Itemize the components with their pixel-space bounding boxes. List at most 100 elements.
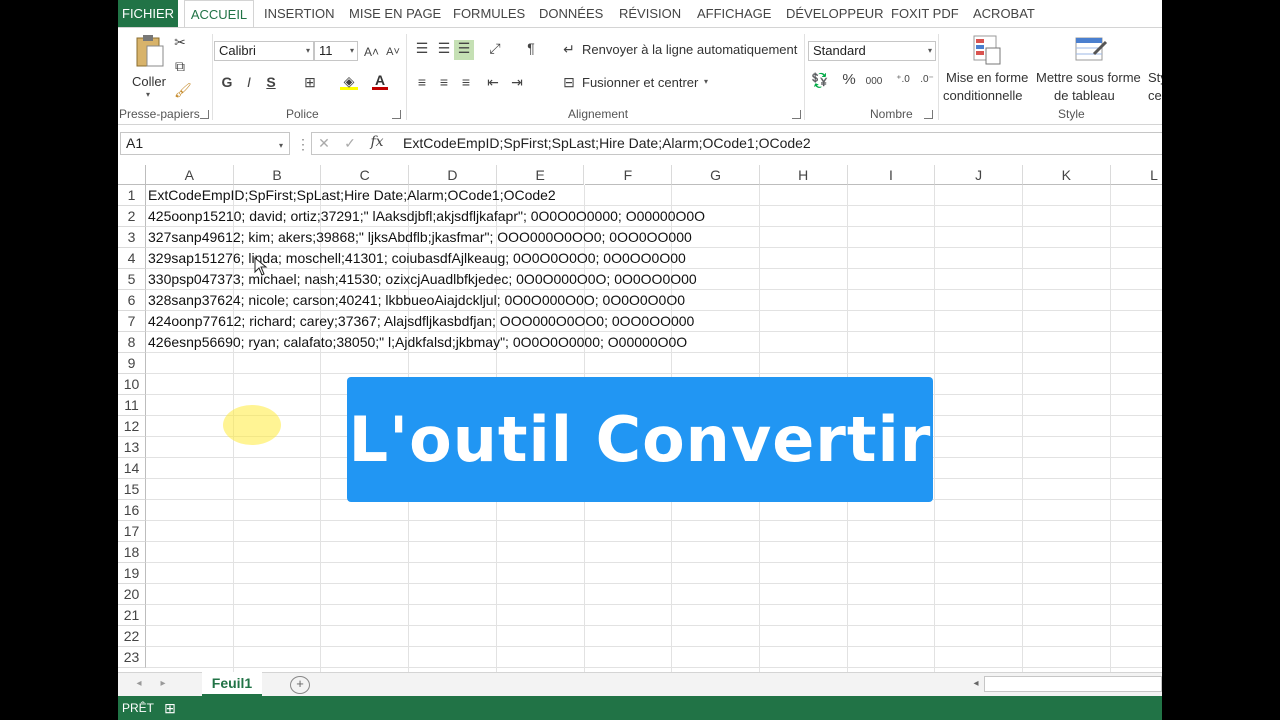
decrease-font-icon[interactable]: A˅ bbox=[386, 44, 400, 60]
row-header[interactable]: 2 bbox=[118, 206, 146, 227]
insert-function-button[interactable]: fx bbox=[368, 134, 386, 150]
column-header[interactable]: C bbox=[321, 165, 410, 185]
cell-a2[interactable]: 425oonp15210; david; ortiz;37291;" lAaks… bbox=[148, 206, 705, 227]
row-header[interactable]: 7 bbox=[118, 311, 146, 332]
rtl-icon[interactable]: ¶ bbox=[522, 40, 540, 56]
column-header[interactable]: H bbox=[759, 165, 848, 185]
orientation-icon[interactable]: ⤢ bbox=[486, 40, 504, 56]
font-name-select[interactable]: Calibri ▾ bbox=[214, 41, 314, 61]
row-header[interactable]: 16 bbox=[118, 500, 146, 521]
cell-styles-button[interactable]: Sty cel bbox=[1146, 32, 1162, 104]
row-header[interactable]: 19 bbox=[118, 563, 146, 584]
column-header[interactable]: B bbox=[233, 165, 322, 185]
increase-font-icon[interactable]: A˄ bbox=[364, 44, 379, 60]
scroll-left-icon[interactable]: ◂ bbox=[970, 676, 982, 692]
confirm-icon[interactable]: ✓ bbox=[342, 135, 358, 151]
row-header[interactable]: 13 bbox=[118, 437, 146, 458]
row-header[interactable]: 15 bbox=[118, 479, 146, 500]
name-box[interactable]: A1 ▾ bbox=[120, 132, 290, 155]
bold-button[interactable]: G bbox=[220, 74, 234, 90]
row-header[interactable]: 5 bbox=[118, 269, 146, 290]
column-header[interactable]: F bbox=[584, 165, 673, 185]
currency-icon[interactable]: 💱 bbox=[810, 72, 830, 88]
align-left-icon[interactable]: ≡ bbox=[414, 74, 430, 90]
tab-developer[interactable]: DÉVELOPPEUR bbox=[786, 0, 884, 27]
conditional-format-button[interactable]: Mise en forme conditionnelle bbox=[943, 32, 1030, 104]
font-launcher-icon[interactable] bbox=[392, 110, 401, 119]
cell-a7[interactable]: 424oonp77612; richard; carey;37367; Alaj… bbox=[148, 311, 694, 332]
sheet-tab-feuil1[interactable]: Feuil1 bbox=[202, 672, 262, 696]
column-header[interactable]: L bbox=[1110, 165, 1162, 185]
cell-a4[interactable]: 329sap151276; linda; moschell;41301; coi… bbox=[148, 248, 686, 269]
tab-data[interactable]: DONNÉES bbox=[539, 0, 603, 27]
horizontal-scrollbar[interactable] bbox=[984, 676, 1162, 692]
tab-view[interactable]: AFFICHAGE bbox=[697, 0, 771, 27]
macro-record-icon[interactable]: ⊞ bbox=[162, 700, 178, 716]
row-header[interactable]: 18 bbox=[118, 542, 146, 563]
decrease-indent-icon[interactable]: ⇤ bbox=[484, 74, 502, 90]
alignment-launcher-icon[interactable] bbox=[792, 110, 801, 119]
underline-button[interactable]: S bbox=[264, 74, 278, 90]
select-all-corner[interactable] bbox=[118, 165, 146, 185]
cell-a8[interactable]: 426esnp56690; ryan; calafato;38050;" l;A… bbox=[148, 332, 687, 353]
number-launcher-icon[interactable] bbox=[924, 110, 933, 119]
row-header[interactable]: 4 bbox=[118, 248, 146, 269]
tab-review[interactable]: RÉVISION bbox=[619, 0, 681, 27]
number-format-select[interactable]: Standard ▾ bbox=[808, 41, 936, 61]
column-header[interactable]: K bbox=[1023, 165, 1111, 185]
cell-a1[interactable]: ExtCodeEmpID;SpFirst;SpLast;Hire Date;Al… bbox=[148, 185, 556, 206]
row-header[interactable]: 22 bbox=[118, 626, 146, 647]
column-header[interactable]: E bbox=[496, 165, 585, 185]
format-as-table-button[interactable]: Mettre sous forme de tableau bbox=[1036, 32, 1146, 104]
row-header[interactable]: 12 bbox=[118, 416, 146, 437]
copy-icon[interactable]: ⧉ bbox=[172, 58, 188, 74]
row-header[interactable]: 8 bbox=[118, 332, 146, 353]
font-size-select[interactable]: 11 ▾ bbox=[314, 41, 358, 61]
column-header[interactable]: D bbox=[409, 165, 497, 185]
increase-decimal-icon[interactable]: ⁺.0 bbox=[894, 72, 912, 88]
column-header[interactable]: G bbox=[672, 165, 760, 185]
align-middle-icon[interactable]: ☰ bbox=[436, 40, 452, 56]
tab-formulas[interactable]: FORMULES bbox=[453, 0, 525, 27]
add-sheet-icon[interactable]: + bbox=[290, 676, 310, 694]
thousands-button[interactable]: 000 bbox=[864, 74, 884, 90]
column-header[interactable]: I bbox=[847, 165, 936, 185]
italic-button[interactable]: I bbox=[242, 74, 256, 90]
tab-page-layout[interactable]: MISE EN PAGE bbox=[349, 0, 441, 27]
formula-input[interactable]: ExtCodeEmpID;SpFirst;SpLast;Hire Date;Al… bbox=[403, 132, 811, 155]
row-header[interactable]: 9 bbox=[118, 353, 146, 374]
decrease-decimal-icon[interactable]: .0⁻ bbox=[918, 72, 936, 88]
format-painter-icon[interactable]: 🖌 bbox=[174, 82, 192, 98]
align-top-icon[interactable]: ☰ bbox=[414, 40, 430, 56]
tab-acrobat[interactable]: ACROBAT bbox=[973, 0, 1035, 27]
tab-insert[interactable]: INSERTION bbox=[264, 0, 335, 27]
paste-button[interactable]: Coller ▾ bbox=[132, 32, 166, 102]
cell-a6[interactable]: 328sanp37624; nicole; carson;40241; lkbb… bbox=[148, 290, 685, 311]
row-header[interactable]: 20 bbox=[118, 584, 146, 605]
scissors-icon[interactable]: ✂ bbox=[172, 34, 188, 50]
tab-home[interactable]: ACCUEIL bbox=[184, 0, 254, 27]
align-right-icon[interactable]: ≡ bbox=[458, 74, 474, 90]
borders-icon[interactable]: ⊞ bbox=[302, 74, 318, 90]
percent-button[interactable]: % bbox=[842, 72, 856, 88]
chevron-left-icon[interactable]: ◂ bbox=[134, 676, 144, 692]
row-header[interactable]: 14 bbox=[118, 458, 146, 479]
cancel-icon[interactable]: ✕ bbox=[316, 135, 332, 151]
align-center-icon[interactable]: ≡ bbox=[436, 74, 452, 90]
tab-file[interactable]: FICHIER bbox=[118, 0, 178, 27]
row-header[interactable]: 11 bbox=[118, 395, 146, 416]
row-header[interactable]: 23 bbox=[118, 647, 146, 668]
font-color-icon[interactable]: A bbox=[372, 72, 388, 90]
row-header[interactable]: 6 bbox=[118, 290, 146, 311]
row-header[interactable]: 3 bbox=[118, 227, 146, 248]
cell-a5[interactable]: 330psp047373; michael; nash;41530; ozixc… bbox=[148, 269, 697, 290]
column-header[interactable]: A bbox=[146, 165, 234, 185]
align-bottom-icon[interactable]: ☰ bbox=[454, 40, 474, 60]
fill-color-icon[interactable]: ◈ bbox=[340, 73, 358, 90]
column-header[interactable]: J bbox=[935, 165, 1023, 185]
tab-foxit-pdf[interactable]: FOXIT PDF bbox=[891, 0, 959, 27]
row-header[interactable]: 17 bbox=[118, 521, 146, 542]
row-header[interactable]: 10 bbox=[118, 374, 146, 395]
clipboard-launcher-icon[interactable] bbox=[200, 110, 209, 119]
cell-a3[interactable]: 327sanp49612; kim; akers;39868;" ljksAbd… bbox=[148, 227, 692, 248]
